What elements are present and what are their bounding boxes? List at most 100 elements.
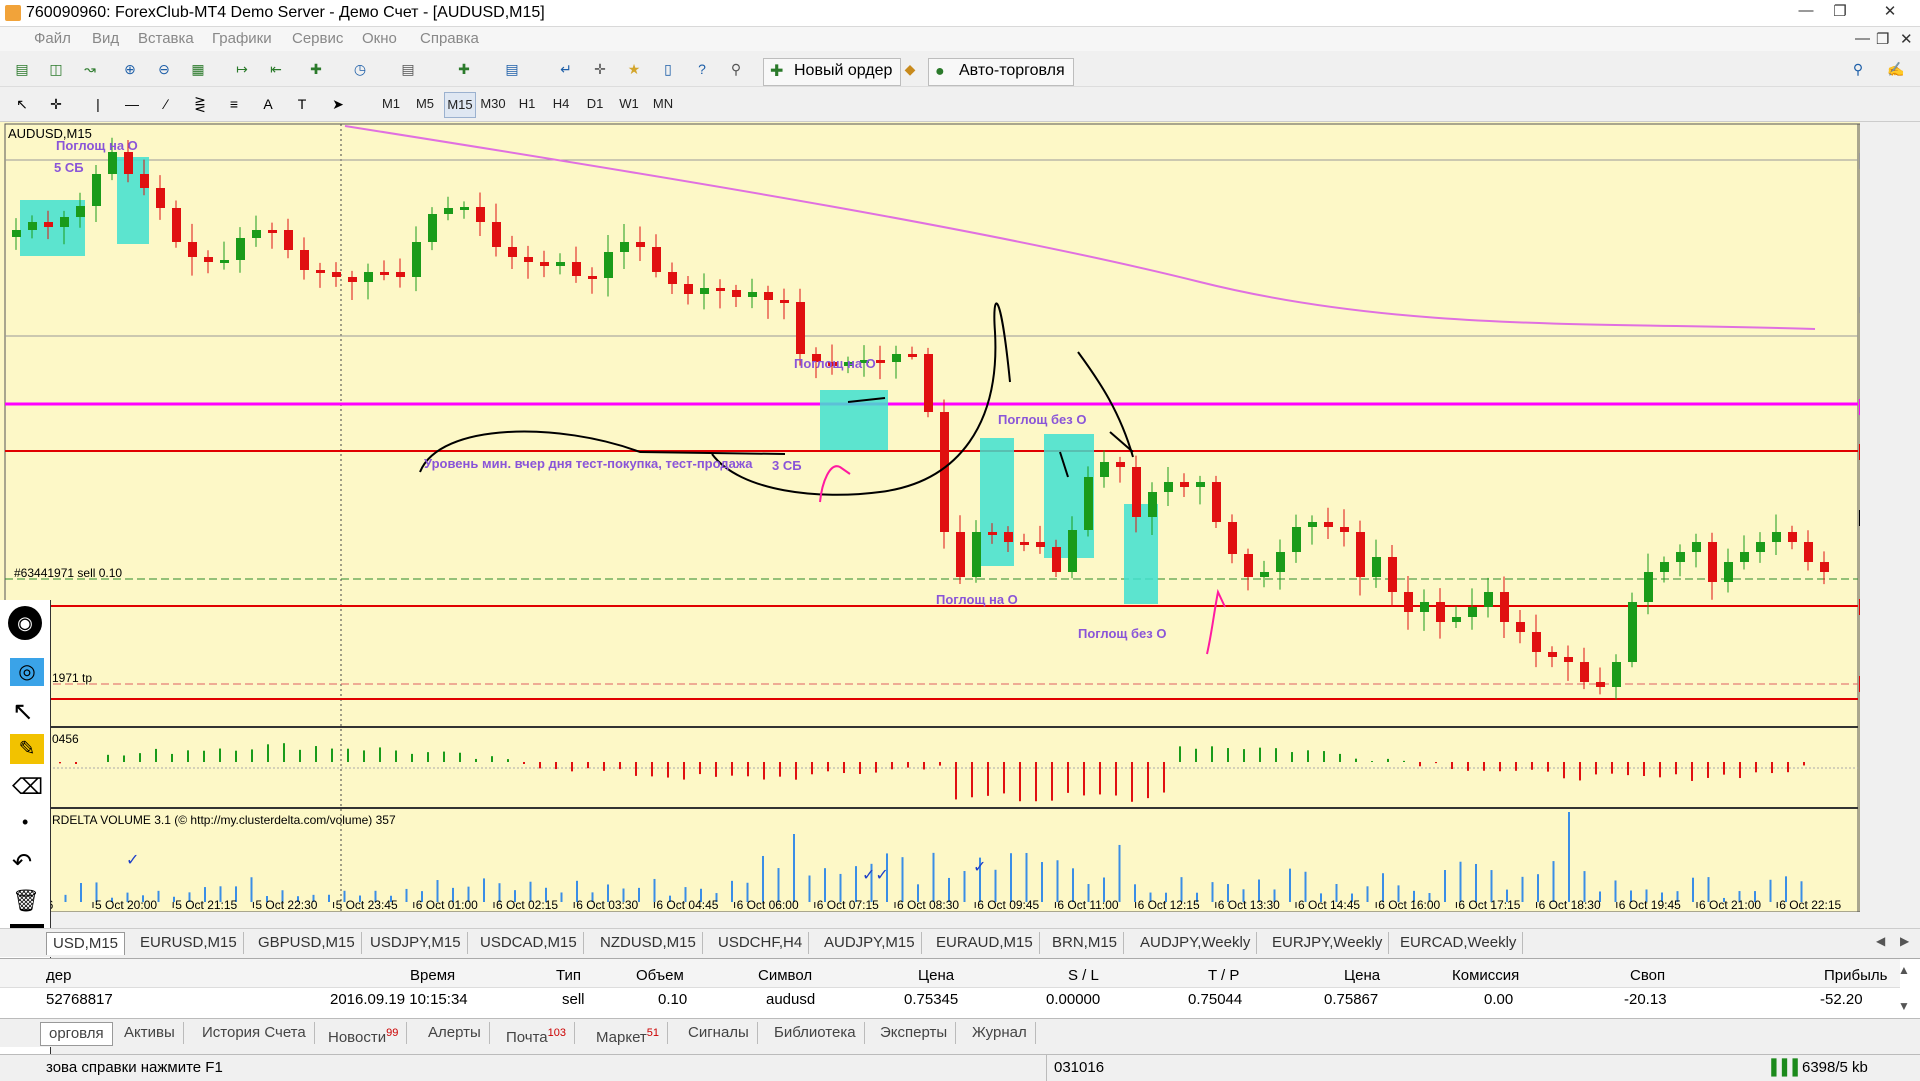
search-icon[interactable]: ⚲: [1846, 57, 1870, 81]
col-volume[interactable]: Объем: [636, 967, 684, 984]
mdi-minimize-icon[interactable]: —: [1855, 30, 1870, 47]
tab-library[interactable]: Библиотека: [766, 1022, 865, 1044]
crosshair-icon[interactable]: ✛: [588, 57, 612, 81]
data-window-icon[interactable]: ▯: [656, 57, 680, 81]
tab-journal[interactable]: Журнал: [964, 1022, 1036, 1044]
menu-view[interactable]: Вид: [92, 30, 119, 47]
new-order-plus-icon[interactable]: ✚: [452, 57, 476, 81]
help-icon[interactable]: ?: [690, 57, 714, 81]
tf-m5[interactable]: M5: [410, 92, 440, 116]
channel-icon[interactable]: ⋛: [188, 92, 212, 116]
tf-h1[interactable]: H1: [512, 92, 542, 116]
tab-news[interactable]: Новости99: [320, 1022, 408, 1046]
terminal-toggle-icon[interactable]: ▤: [500, 57, 524, 81]
tf-m30[interactable]: M30: [478, 92, 508, 116]
menu-file[interactable]: Файл: [34, 30, 71, 47]
terminal-scroll-up-icon[interactable]: ▲: [1898, 963, 1910, 977]
trash-icon[interactable]: 🗑: [12, 888, 40, 914]
indicators-icon[interactable]: ✚: [304, 57, 328, 81]
tf-mn[interactable]: MN: [648, 92, 678, 116]
col-commission[interactable]: Комиссия: [1452, 967, 1519, 984]
tile-windows-icon[interactable]: ▦: [186, 57, 210, 81]
trendline-icon[interactable]: ∕: [154, 92, 178, 116]
tab-alerts[interactable]: Алерты: [420, 1022, 490, 1044]
tab-eurusd-m15[interactable]: EURUSD,M15: [134, 932, 244, 954]
mdi-restore-icon[interactable]: ❐: [1876, 30, 1889, 48]
col-symbol[interactable]: Символ: [758, 967, 812, 984]
arrows-tool-icon[interactable]: ➤: [326, 92, 350, 116]
dot-icon[interactable]: •: [22, 812, 28, 833]
restore-button[interactable]: ❐: [1826, 2, 1854, 22]
market-watch-icon[interactable]: ↝: [78, 57, 102, 81]
strategy-tester-icon[interactable]: ⚲: [724, 57, 748, 81]
tab-nzdusd-m15[interactable]: NZDUSD,M15: [594, 932, 703, 954]
col-sl[interactable]: S / L: [1068, 967, 1099, 984]
horizontal-line-icon[interactable]: —: [120, 92, 144, 116]
tf-m15[interactable]: M15: [444, 92, 476, 118]
minimize-button[interactable]: —: [1792, 2, 1820, 22]
col-swap[interactable]: Своп: [1630, 967, 1665, 984]
tab-euraud-m15[interactable]: EURAUD,M15: [930, 932, 1040, 954]
auto-trading-button[interactable]: ● Авто-торговля: [928, 58, 1074, 86]
tab-assets[interactable]: Активы: [116, 1022, 184, 1044]
tf-w1[interactable]: W1: [614, 92, 644, 116]
tab-signals[interactable]: Сигналы: [680, 1022, 758, 1044]
panel-logo-icon[interactable]: ◉: [8, 606, 42, 640]
col-type[interactable]: Тип: [556, 967, 581, 984]
terminal-scroll-down-icon[interactable]: ▼: [1898, 999, 1910, 1013]
pencil-icon[interactable]: ✎: [10, 734, 44, 764]
templates-icon[interactable]: ▤: [396, 57, 420, 81]
pointer-icon[interactable]: ↖: [12, 696, 34, 727]
new-chart-icon[interactable]: ▤: [10, 57, 34, 81]
tabs-scroll-left-icon[interactable]: ◀: [1876, 934, 1885, 948]
tab-usdjpy-m15[interactable]: USDJPY,M15: [364, 932, 468, 954]
col-profit[interactable]: Прибыль: [1824, 967, 1887, 984]
tab-audjpy-m15[interactable]: AUDJPY,M15: [818, 932, 922, 954]
text-label-icon[interactable]: T: [290, 92, 314, 116]
zoom-out-icon[interactable]: ⊖: [152, 57, 176, 81]
menu-charts[interactable]: Графики: [212, 30, 272, 47]
undo-icon[interactable]: ↶: [12, 848, 32, 877]
chat-icon[interactable]: ✍: [1884, 57, 1908, 81]
chart-shift-icon[interactable]: ⇤: [264, 57, 288, 81]
col-order[interactable]: дер: [46, 967, 71, 984]
new-order-button[interactable]: ✚ Новый ордер: [763, 58, 902, 86]
profiles-icon[interactable]: ◫: [44, 57, 68, 81]
tab-eurcad-weekly[interactable]: EURCAD,Weekly: [1394, 932, 1524, 954]
tab-gbpusd-m15[interactable]: GBPUSD,M15: [252, 932, 362, 954]
menu-insert[interactable]: Вставка: [138, 30, 194, 47]
text-tool-icon[interactable]: A: [256, 92, 280, 116]
zoom-in-icon[interactable]: ⊕: [118, 57, 142, 81]
folder-star-icon[interactable]: ★: [622, 57, 646, 81]
navigator-icon[interactable]: ↵: [554, 57, 578, 81]
tab-trade[interactable]: орговля: [40, 1022, 113, 1046]
tab-mail[interactable]: Почта103: [498, 1022, 576, 1046]
fibonacci-icon[interactable]: ≡: [222, 92, 246, 116]
cursor-icon[interactable]: ↖: [10, 92, 34, 116]
tf-m1[interactable]: M1: [376, 92, 406, 116]
col-price[interactable]: Цена: [918, 967, 954, 984]
tf-d1[interactable]: D1: [580, 92, 610, 116]
eye-icon[interactable]: ◎: [10, 658, 44, 686]
tab-market[interactable]: Маркет51: [588, 1022, 669, 1046]
tabs-scroll-right-icon[interactable]: ▶: [1900, 934, 1909, 948]
mdi-close-icon[interactable]: ✕: [1900, 30, 1913, 48]
col-time[interactable]: Время: [410, 967, 455, 984]
tab-audusd-m15[interactable]: USD,M15: [46, 932, 126, 955]
tab-experts[interactable]: Эксперты: [872, 1022, 957, 1044]
tab-audjpy-weekly[interactable]: AUDJPY,Weekly: [1134, 932, 1258, 954]
crosshair-tool-icon[interactable]: ✛: [44, 92, 68, 116]
col-current-price[interactable]: Цена: [1344, 967, 1380, 984]
menu-window[interactable]: Окно: [362, 30, 397, 47]
price-chart[interactable]: 0.763300.763070.762750.762200.761650.761…: [0, 122, 1860, 912]
close-button[interactable]: ✕: [1876, 2, 1904, 22]
autoscroll-icon[interactable]: ↦: [230, 57, 254, 81]
tab-usdchf-h4[interactable]: USDCHF,H4: [712, 932, 810, 954]
tab-history[interactable]: История Счета: [194, 1022, 315, 1044]
menu-help[interactable]: Справка: [420, 30, 479, 47]
menu-tools[interactable]: Сервис: [292, 30, 343, 47]
eraser-icon[interactable]: ⌫: [12, 774, 43, 800]
vertical-line-icon[interactable]: |: [86, 92, 110, 116]
periods-icon[interactable]: ◷: [348, 57, 372, 81]
col-tp[interactable]: T / P: [1208, 967, 1239, 984]
